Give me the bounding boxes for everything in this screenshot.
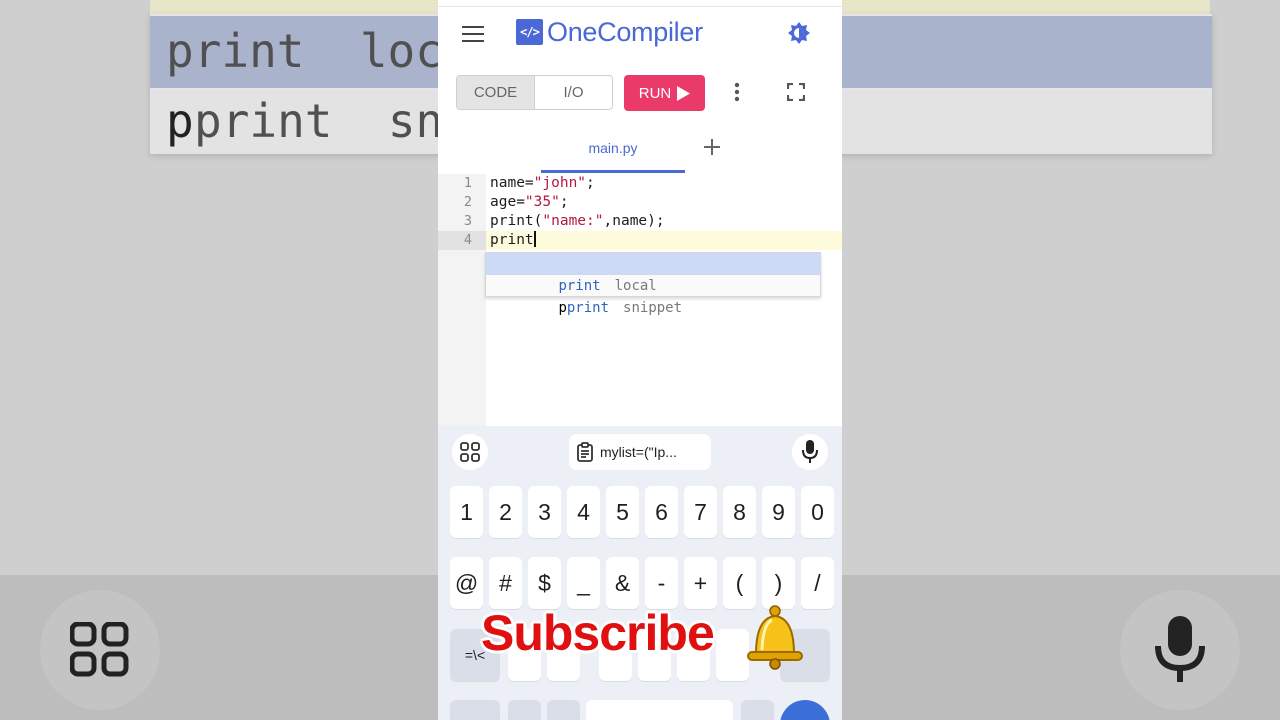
code-line[interactable]: 1 name="john"; — [438, 174, 842, 193]
more-vert-icon[interactable] — [734, 82, 740, 107]
number-key[interactable]: 5 — [606, 486, 639, 538]
abc-key[interactable]: ABC — [450, 700, 500, 720]
background-mic-icon — [1120, 590, 1240, 710]
symbol-key[interactable]: - — [645, 557, 678, 609]
app-name: OneCompiler — [547, 16, 703, 47]
symbol-key[interactable]: _ — [567, 557, 600, 609]
number-key[interactable]: 7 — [684, 486, 717, 538]
clipboard-text: mylist=("Ip... — [600, 444, 677, 460]
play-icon — [677, 85, 691, 101]
code-line[interactable]: 2 age="35"; — [438, 193, 842, 212]
plus-icon[interactable] — [701, 136, 723, 158]
hamburger-menu-icon[interactable] — [462, 23, 486, 43]
line-number: 4 — [463, 232, 472, 248]
bell-icon — [742, 604, 808, 675]
file-tabs: main.py — [438, 126, 842, 174]
app-header: </> OneCompiler — [438, 6, 842, 58]
symbol-key[interactable]: ( — [723, 557, 756, 609]
code-tab-button[interactable]: CODE — [457, 76, 535, 109]
comma-key[interactable] — [508, 700, 541, 720]
clipboard-icon — [577, 442, 593, 462]
line-number: 3 — [463, 213, 472, 229]
view-toggle: CODE I/O — [456, 75, 613, 110]
io-tab-button[interactable]: I/O — [535, 76, 612, 109]
clipboard-suggestion[interactable]: mylist=("Ip... — [569, 434, 711, 470]
code-editor[interactable]: 1 name="john"; 2 age="35"; 3 print("name… — [438, 174, 842, 426]
numpad-key[interactable]: 12 — [547, 700, 580, 720]
enter-key[interactable] — [780, 700, 830, 720]
text-caret — [533, 231, 536, 247]
subscribe-overlay-text: Subscribe — [481, 605, 715, 661]
number-key[interactable]: 3 — [528, 486, 561, 538]
line-number: 2 — [463, 194, 472, 210]
on-screen-keyboard: mylist=("Ip... =\< ABC 12 1234567890@#$_… — [438, 426, 842, 720]
symbol-key[interactable]: @ — [450, 557, 483, 609]
current-code-line[interactable]: 4 print — [438, 231, 842, 250]
number-key[interactable]: 8 — [723, 486, 756, 538]
symbol-key[interactable]: & — [606, 557, 639, 609]
space-key[interactable] — [586, 700, 733, 720]
background-apps-icon — [40, 590, 160, 710]
autocomplete-popup: print local pprint snippet — [485, 252, 821, 316]
autocomplete-item[interactable]: print local — [486, 253, 820, 294]
number-key[interactable]: 0 — [801, 486, 834, 538]
number-key[interactable]: 1 — [450, 486, 483, 538]
period-key[interactable] — [741, 700, 774, 720]
autocomplete-item[interactable]: pprint snippet — [486, 275, 820, 316]
symbol-key[interactable]: ) — [762, 557, 795, 609]
symbol-key[interactable]: + — [684, 557, 717, 609]
number-key[interactable]: 2 — [489, 486, 522, 538]
number-key[interactable]: 6 — [645, 486, 678, 538]
symbol-key[interactable]: / — [801, 557, 834, 609]
number-key[interactable]: 9 — [762, 486, 795, 538]
symbol-key[interactable]: $ — [528, 557, 561, 609]
apps-grid-icon[interactable] — [452, 434, 488, 470]
symbol-key[interactable]: # — [489, 557, 522, 609]
mic-icon[interactable] — [792, 434, 828, 470]
code-line[interactable]: 3 print("name:",name); — [438, 212, 842, 231]
app-logo[interactable]: </> OneCompiler — [516, 17, 703, 47]
tab-main-py[interactable]: main.py — [541, 126, 685, 173]
editor-toolbar: CODE I/O RUN — [438, 60, 842, 126]
logo-mark: </> — [516, 19, 543, 45]
background-suggestion-text: print sn — [194, 94, 444, 148]
background-suggestion-prefix: p — [166, 94, 194, 148]
brightness-icon[interactable] — [787, 21, 811, 50]
run-label: RUN — [638, 84, 672, 102]
line-number: 1 — [463, 175, 472, 191]
run-button[interactable]: RUN — [624, 75, 705, 111]
fullscreen-icon[interactable] — [786, 82, 806, 106]
number-key[interactable]: 4 — [567, 486, 600, 538]
